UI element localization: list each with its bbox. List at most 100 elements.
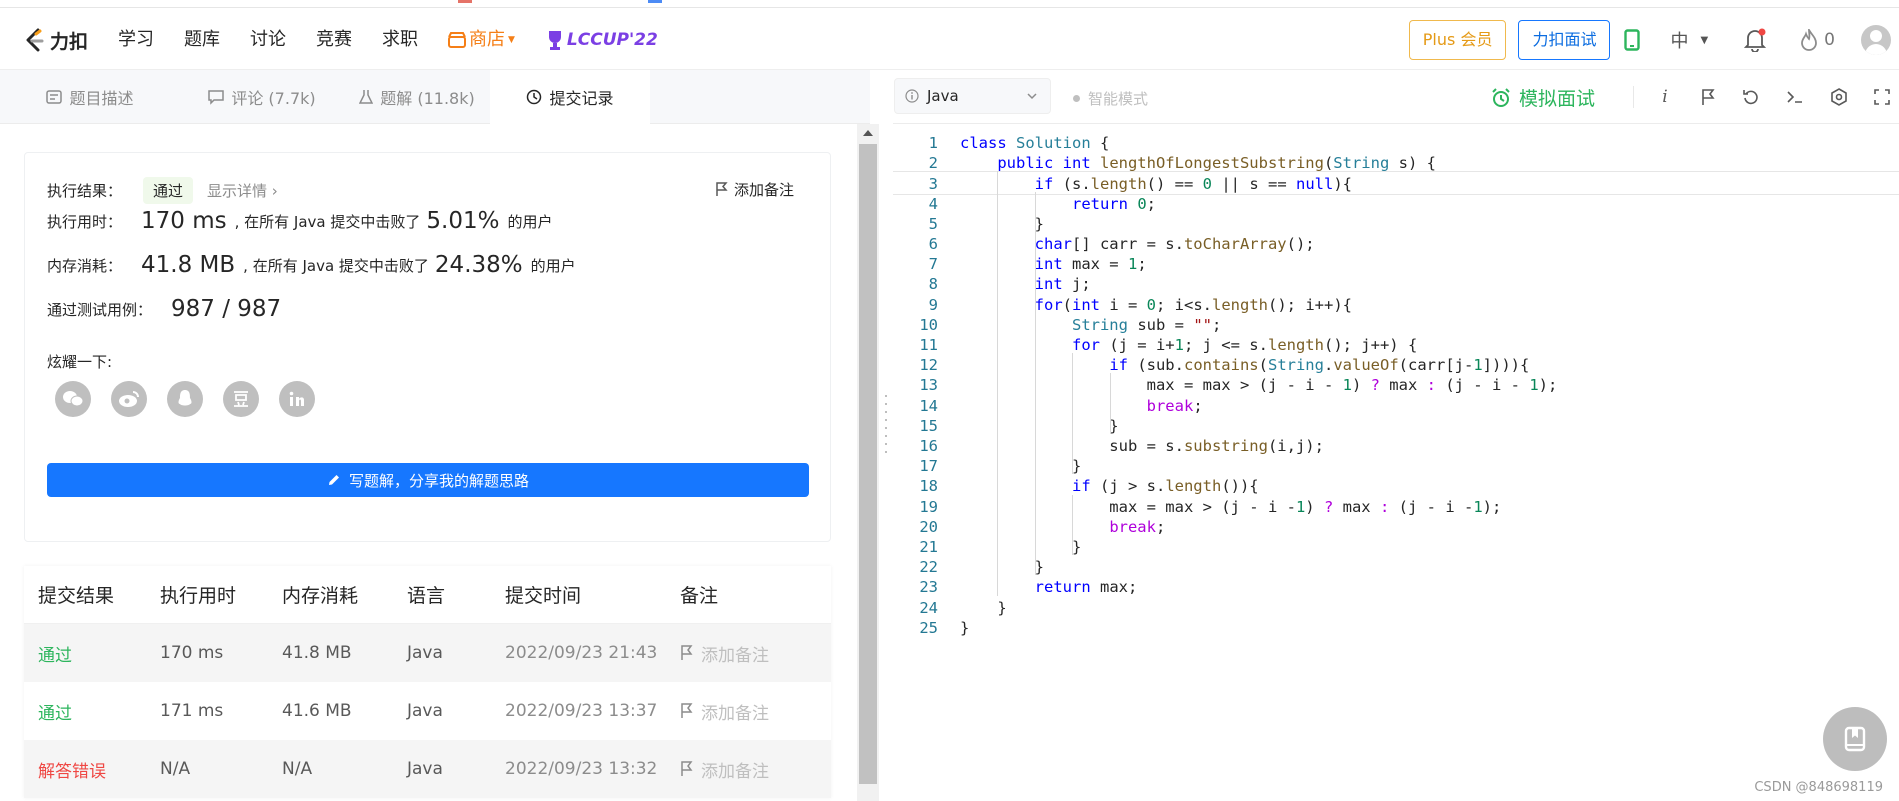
- chevron-down-icon: [1027, 93, 1037, 100]
- notebook-button[interactable]: [1823, 707, 1887, 771]
- info-icon: [905, 89, 919, 103]
- reset-icon[interactable]: [1742, 88, 1760, 106]
- submission-time: 2022/09/23 13:37: [505, 701, 658, 721]
- terminal-icon[interactable]: [1786, 89, 1804, 105]
- testcases-label: 通过测试用例：: [47, 300, 153, 319]
- add-note-button[interactable]: 添加备注: [680, 757, 830, 782]
- add-note-button[interactable]: 添加备注: [680, 641, 830, 666]
- mock-interview-label: 模拟面试: [1519, 88, 1596, 110]
- qq-icon[interactable]: [167, 381, 203, 417]
- watermark-text: CSDN @848698119: [1754, 780, 1883, 795]
- settings-icon[interactable]: [1830, 88, 1848, 106]
- flag-icon: [681, 703, 693, 718]
- mock-interview-button[interactable]: 模拟面试: [1491, 84, 1595, 111]
- browser-top-strip: [0, 0, 1899, 8]
- language-select[interactable]: Java: [894, 78, 1051, 114]
- table-row[interactable]: 通过 170 ms 41.8 MB Java 2022/09/23 21:43 …: [24, 624, 831, 682]
- write-solution-label: 写题解，分享我的解题思路: [348, 471, 529, 490]
- submission-status[interactable]: 解答错误: [24, 757, 160, 782]
- logo[interactable]: 力扣: [24, 28, 88, 53]
- nav-contest[interactable]: 竞赛: [316, 28, 352, 52]
- code-line[interactable]: 25}: [893, 616, 1899, 640]
- add-note-button[interactable]: 添加备注: [715, 179, 794, 200]
- nav-problems[interactable]: 题库: [184, 28, 220, 52]
- submission-runtime: 171 ms: [160, 701, 224, 721]
- left-panel-scrollbar[interactable]: [857, 124, 879, 801]
- col-header-status: 提交结果: [38, 585, 115, 607]
- nav-lccup[interactable]: LCCUP'22: [545, 28, 658, 52]
- status-label: 执行结果：: [47, 182, 123, 200]
- info-italic-icon[interactable]: i: [1656, 87, 1674, 107]
- memory-row: 内存消耗： 41.8 MB , 在所有 Java 提交中击败了 24.38% 的…: [47, 252, 576, 278]
- flag-icon: [681, 761, 693, 776]
- show-detail-link[interactable]: 显示详情 ›: [207, 180, 278, 201]
- douban-icon[interactable]: [223, 381, 259, 417]
- scroll-up-arrow-icon[interactable]: [863, 130, 873, 136]
- nav-store[interactable]: 商店 ▼: [448, 28, 515, 52]
- tab-solutions[interactable]: 题解 (11.8k): [344, 70, 490, 124]
- add-note-button[interactable]: 添加备注: [680, 699, 830, 724]
- nav-discuss[interactable]: 讨论: [250, 28, 286, 52]
- indent-guide: [1072, 353, 1074, 475]
- interview-button[interactable]: 力扣面试: [1518, 20, 1611, 60]
- tab-description[interactable]: 题目描述: [0, 70, 180, 124]
- table-row[interactable]: 解答错误 N/A N/A Java 2022/09/23 13:32 添加备注: [24, 740, 831, 798]
- code-text: }: [960, 618, 970, 637]
- scrollbar-thumb[interactable]: [859, 144, 877, 784]
- indent-guide: [997, 171, 999, 596]
- submission-time: 2022/09/23 21:43: [505, 643, 658, 663]
- editor-tool-icons: i: [1633, 86, 1890, 108]
- memory-label: 内存消耗：: [47, 256, 123, 275]
- tab-submissions[interactable]: 提交记录: [490, 70, 650, 124]
- wechat-icon[interactable]: [55, 381, 91, 417]
- tab-color-mark: [648, 0, 662, 3]
- streak-counter[interactable]: 0: [1800, 29, 1835, 51]
- weibo-icon[interactable]: [111, 381, 147, 417]
- clock-icon: [527, 89, 542, 105]
- table-row[interactable]: 通过 171 ms 41.6 MB Java 2022/09/23 13:37 …: [24, 682, 831, 740]
- memory-percent: 24.38%: [434, 252, 523, 278]
- line-number: 25: [919, 618, 938, 637]
- smart-mode-toggle[interactable]: 智能模式: [1073, 88, 1148, 109]
- testcases-value: 987 / 987: [171, 296, 282, 322]
- panel-resize-handle[interactable]: [884, 395, 888, 455]
- leetcode-logo-icon: [26, 28, 44, 52]
- mobile-app-icon[interactable]: [1624, 29, 1641, 51]
- submission-runtime: N/A: [160, 759, 191, 779]
- add-note-label: 添加备注: [733, 181, 794, 199]
- submission-status[interactable]: 通过: [24, 641, 160, 666]
- fullscreen-icon[interactable]: [1874, 89, 1890, 105]
- submissions-table: 提交结果 执行用时 内存消耗 语言 提交时间 备注 通过 170 ms 41.8…: [24, 566, 831, 798]
- linkedin-icon[interactable]: [279, 381, 315, 417]
- comment-icon: [208, 89, 225, 105]
- add-note-label: 添加备注: [701, 645, 769, 666]
- submission-language: Java: [407, 759, 443, 779]
- col-header-runtime: 执行用时: [160, 585, 237, 607]
- tab-comments[interactable]: 评论 (7.7k): [180, 70, 344, 124]
- pencil-icon: [328, 475, 339, 485]
- write-solution-button[interactable]: 写题解，分享我的解题思路: [47, 463, 809, 497]
- share-label: 炫耀一下:: [47, 353, 113, 371]
- chevron-down-icon: ▼: [1700, 34, 1709, 46]
- status-dot: [1073, 95, 1080, 102]
- language-switch[interactable]: 中 ▼: [1670, 27, 1708, 53]
- runtime-label: 执行用时：: [47, 212, 123, 231]
- code-editor[interactable]: 1 class Solution {2 public int lengthOfLo…: [893, 124, 1899, 801]
- store-label: 商店: [469, 29, 505, 50]
- flag-icon: [681, 645, 693, 660]
- smart-mode-label: 智能模式: [1088, 90, 1149, 108]
- language-value: Java: [927, 87, 959, 105]
- runtime-value: 170 ms: [141, 208, 227, 234]
- flag-icon[interactable]: [1700, 88, 1716, 106]
- plus-member-button[interactable]: Plus 会员: [1408, 20, 1507, 60]
- trophy-icon: [548, 31, 561, 50]
- nav-jobs[interactable]: 求职: [382, 28, 418, 52]
- memory-text: , 在所有 Java 提交中击败了: [243, 256, 429, 275]
- notification-bell-icon[interactable]: [1744, 28, 1767, 52]
- avatar[interactable]: [1861, 25, 1891, 55]
- nav-learn[interactable]: 学习: [118, 28, 154, 52]
- indent-guide: [1109, 373, 1111, 434]
- submission-status[interactable]: 通过: [24, 699, 160, 724]
- col-header-memory: 内存消耗: [282, 585, 359, 607]
- share-icons: [55, 381, 315, 417]
